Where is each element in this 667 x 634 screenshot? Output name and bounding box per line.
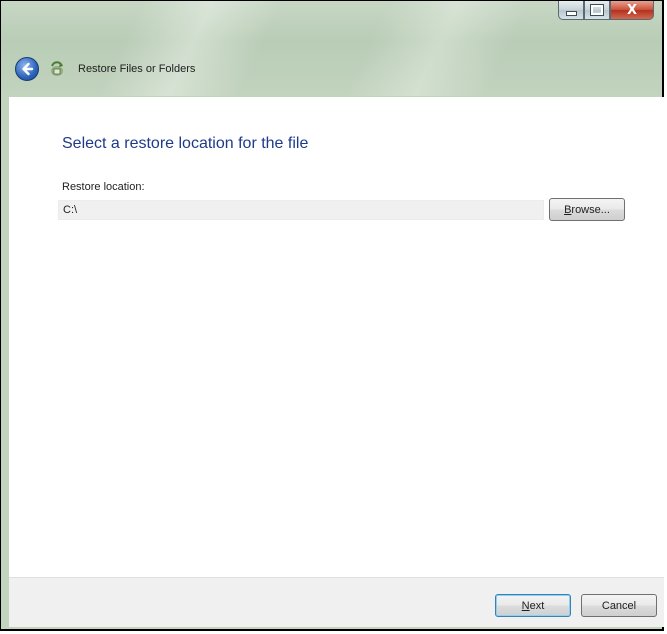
close-button[interactable]: X (610, 1, 654, 20)
browse-label: rowse... (571, 203, 610, 216)
cancel-button[interactable]: Cancel (581, 594, 657, 617)
browse-button[interactable]: Browse... (549, 198, 625, 221)
maximize-icon (590, 4, 604, 16)
back-button[interactable] (15, 57, 39, 81)
back-arrow-icon (22, 62, 34, 76)
maximize-button[interactable] (584, 1, 610, 20)
restore-files-icon (51, 61, 63, 76)
minimize-icon (565, 10, 577, 16)
restore-wizard-window: X Restore Files or Folders Select a rest… (0, 0, 664, 631)
restore-location-input[interactable] (58, 200, 544, 220)
wizard-title: Restore Files or Folders (78, 63, 196, 75)
restore-location-label: Restore location: (62, 181, 145, 193)
next-label-accel: N (521, 599, 530, 612)
wizard-content: Select a restore location for the file R… (9, 97, 664, 577)
next-label: ext (529, 599, 545, 612)
browse-label-accel: B (564, 203, 572, 216)
minimize-button[interactable] (558, 1, 584, 20)
next-button[interactable]: Next (495, 594, 571, 617)
wizard-nav-bar: Restore Files or Folders (15, 57, 195, 81)
wizard-footer: Next Cancel (9, 577, 664, 627)
caption-buttons: X (558, 1, 654, 21)
page-heading: Select a restore location for the file (62, 135, 309, 152)
close-icon: X (626, 2, 638, 18)
